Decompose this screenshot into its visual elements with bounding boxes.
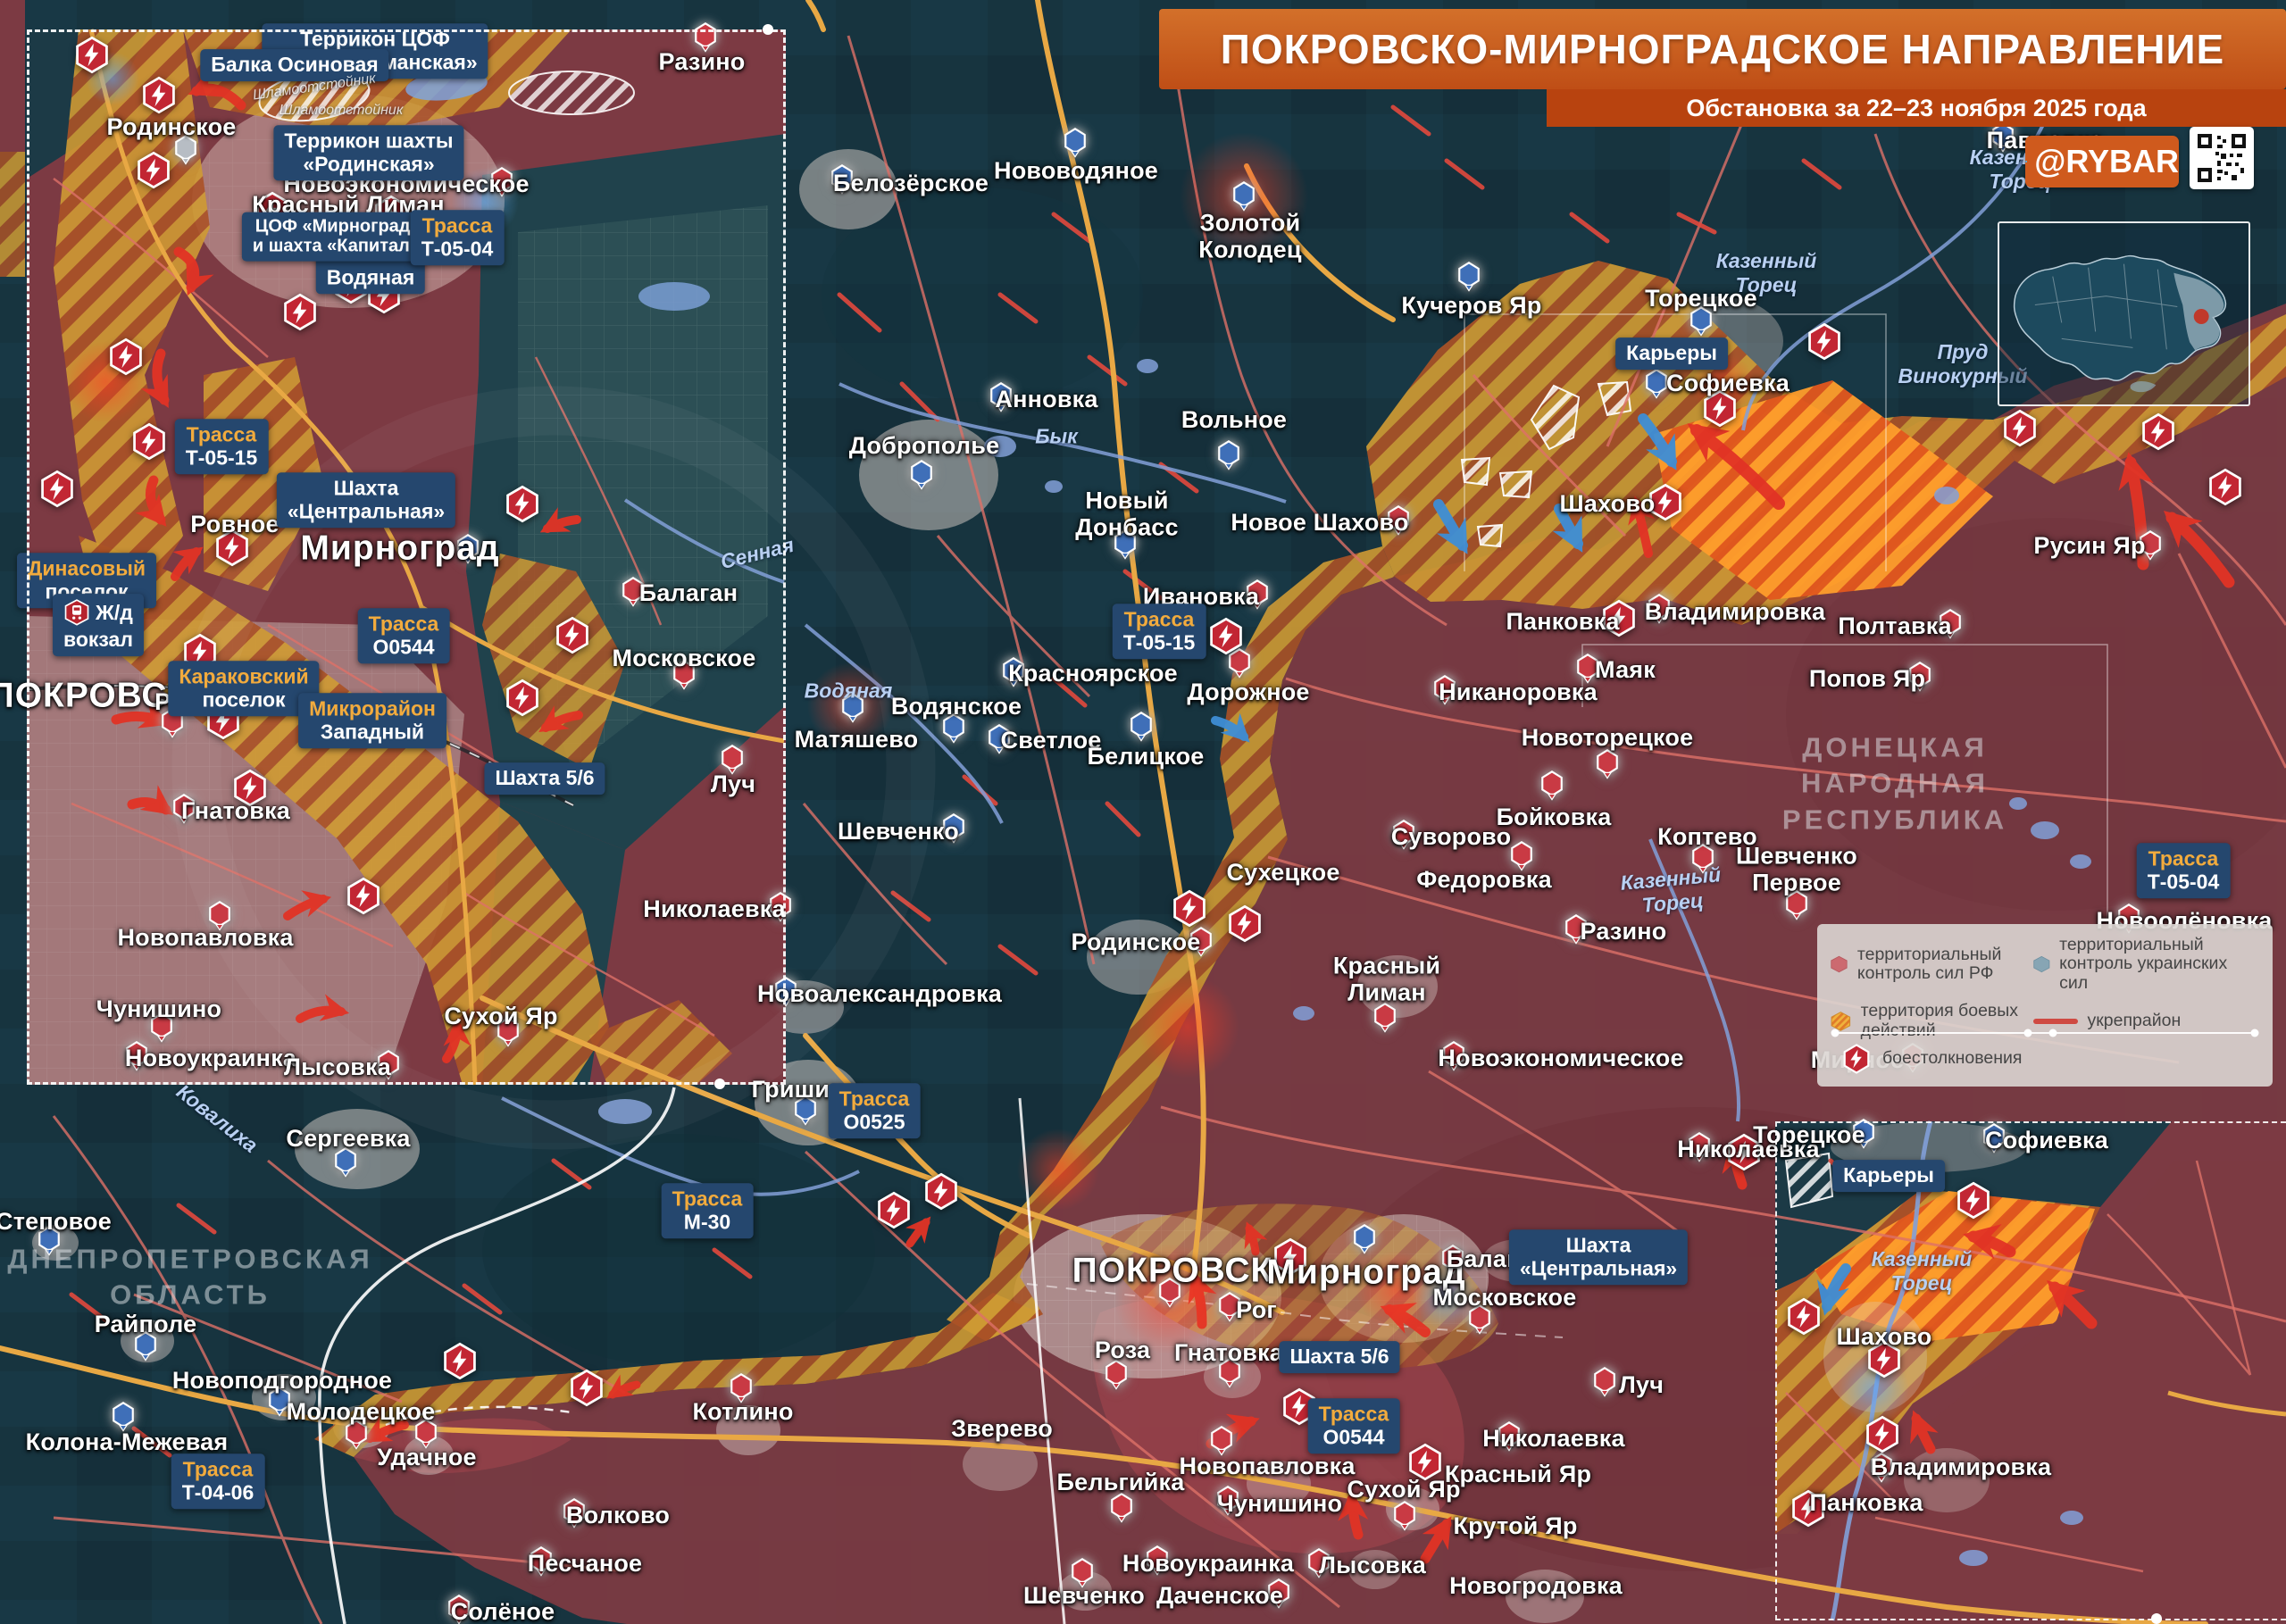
qr-code xyxy=(2190,127,2254,189)
map-legend: территориальный контроль сил РФ территор… xyxy=(1817,924,2273,1087)
hex-red-icon xyxy=(1830,949,1848,979)
inset-shakhovo-border xyxy=(1775,1121,2286,1620)
ukraine-minimap xyxy=(1998,221,2250,406)
page-subtitle: Обстановка за 22–23 ноября 2025 года xyxy=(1547,89,2286,127)
brand-label: @RYBAR xyxy=(2034,143,2179,180)
inset-corner-dot xyxy=(2151,1613,2162,1624)
inset-corner-dot xyxy=(763,24,773,35)
telegram-icon xyxy=(2025,144,2027,179)
clash-icon xyxy=(1841,1044,1872,1074)
map-infographic: БелозёрскоеНововодяноеЗолотой КолодецПав… xyxy=(0,0,2286,1624)
red-line-icon xyxy=(2032,1017,2079,1026)
legend-item-ru-control: территориальный контроль сил РФ xyxy=(1830,936,2023,993)
legend-item-combat-zone: территория боевых действий xyxy=(1830,1002,2023,1040)
page-title: ПОКРОВСКО-МИРНОГРАДСКОЕ НАПРАВЛЕНИЕ xyxy=(1159,9,2286,89)
legend-item-ua-control: территориальный контроль украинских сил xyxy=(2032,936,2261,993)
brand-badge: @RYBAR xyxy=(2025,136,2179,187)
legend-divider xyxy=(1835,1032,2255,1034)
inset-pokrovsk-border xyxy=(27,29,786,1085)
legend-item-clashes: боестолкновения xyxy=(1841,1044,2022,1074)
inset-corner-dot xyxy=(714,1079,725,1089)
legend-item-fortified: укрепрайон xyxy=(2032,1002,2261,1040)
hex-blue-icon xyxy=(2032,949,2051,979)
